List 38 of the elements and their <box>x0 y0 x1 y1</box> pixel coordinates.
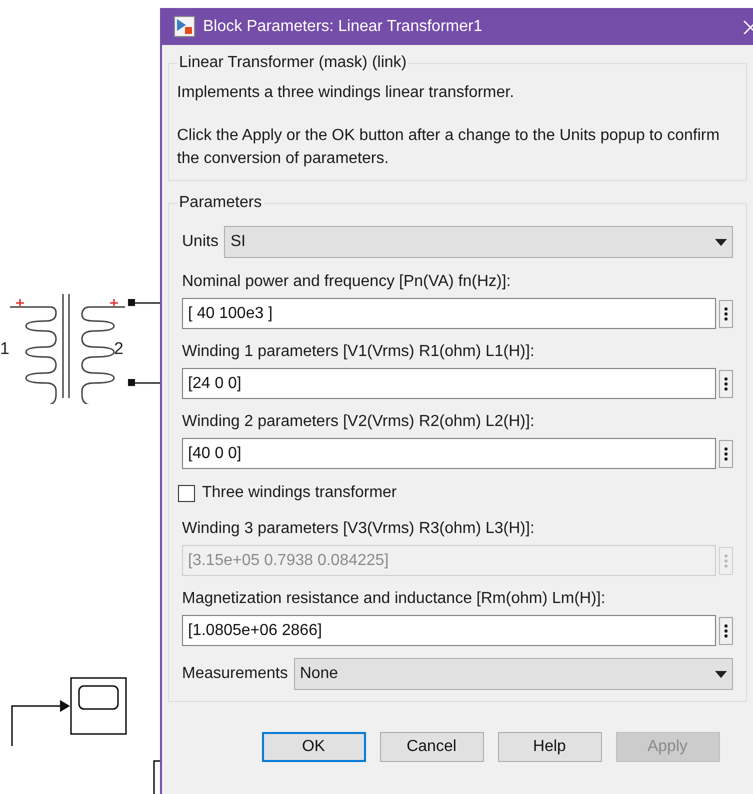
options-button[interactable] <box>719 616 733 644</box>
vertical-dots-icon <box>724 446 728 460</box>
input-field[interactable]: [24 0 0] <box>182 368 716 399</box>
options-button[interactable] <box>719 300 733 328</box>
dialog-button[interactable]: Help <box>498 732 602 762</box>
field-label: Winding 2 parameters [V2(Vrms) R2(ohm) L2(H)]: <box>182 412 536 432</box>
input-field[interactable]: [1.0805e+06 2866] <box>182 615 716 646</box>
field-label: Nominal power and frequency [Pn(VA) fn(Hz)]: <box>182 272 512 292</box>
description-text: Implements a three windings linear transformer. <box>177 83 516 103</box>
section-title: Parameters <box>178 193 263 213</box>
checkbox-label: Three windings transformer <box>202 483 397 503</box>
caret-icon <box>715 670 727 678</box>
field-label: Winding 3 parameters [V3(Vrms) R3(ohm) L3(H)]: <box>182 519 536 539</box>
input-field[interactable]: [ 40 100e3 ] <box>182 298 716 329</box>
vertical-dots-icon <box>724 306 728 320</box>
dialog-button[interactable]: OK <box>262 732 366 762</box>
close-icon[interactable] <box>743 20 753 34</box>
checkbox[interactable] <box>178 484 195 502</box>
dialog-button[interactable]: Cancel <box>380 732 484 762</box>
field-label: Magnetization resistance and inductance [Rm(ohm) Lm(H)]: <box>182 589 606 609</box>
section-title: Linear Transformer (mask) (link) <box>178 53 408 73</box>
description-text: Click the Apply or the OK button after a change to the Units popup to confirm the conversion of parameters. <box>177 126 721 169</box>
dropdown[interactable]: SI <box>224 226 733 258</box>
field-label: Units <box>182 232 218 252</box>
vertical-dots-icon <box>724 624 728 638</box>
window-title: Block Parameters: Linear Transformer1 <box>203 16 484 36</box>
block-icon <box>174 16 195 37</box>
input-field[interactable]: [40 0 0] <box>182 438 716 469</box>
field-label: Measurements <box>182 664 288 684</box>
connector-line <box>153 760 160 794</box>
options-button[interactable] <box>719 370 733 398</box>
transformer-drawing: 1 2 <box>0 294 160 404</box>
vertical-dots-icon <box>724 554 728 568</box>
field-label: Winding 1 parameters [V1(Vrms) R1(ohm) L1(H)]: <box>182 342 536 362</box>
dropdown[interactable]: None <box>294 658 733 690</box>
options-button[interactable] <box>719 440 733 468</box>
vertical-dots-icon <box>724 376 728 390</box>
caret-icon <box>715 238 727 246</box>
